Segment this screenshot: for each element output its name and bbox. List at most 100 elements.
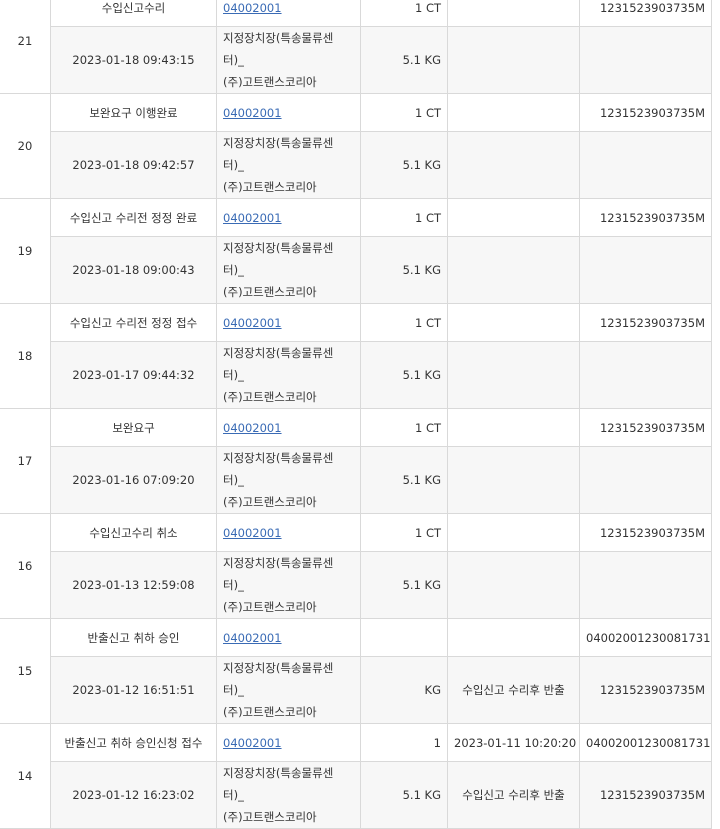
reference-number: 1231523903735M (579, 408, 712, 447)
detail-info (447, 408, 580, 447)
table-row: 15 반출신고 취하 승인 04002001 040020012300817317 (0, 618, 712, 724)
process-status: 수입신고수리 (50, 0, 217, 27)
table-row-detail: 2023-01-18 09:42:57 지정장치장(특송물류센터)_ (주)고트랜스… (0, 131, 712, 199)
reference-number-secondary (579, 236, 712, 304)
location-code-cell: 04002001 (216, 618, 361, 657)
table-row-detail: 2023-01-12 16:51:51 지정장치장(특송물류센터)_ (주)고트랜스… (0, 656, 712, 724)
storage-location-line1: 지정장치장(특송물류센터)_ (223, 31, 334, 67)
table-row: 20 보완요구 이행완료 04002001 1 CT 1231523903735M (0, 93, 712, 199)
process-status: 보완요구 (50, 408, 217, 447)
detail-info-secondary (447, 551, 580, 619)
package-count: 1 CT (360, 198, 448, 237)
weight: 5.1 KG (360, 761, 448, 829)
cargo-progress-table: 21 수입신고수리 04002001 1 CT 1231523903735M 2023-0… (0, 0, 712, 829)
location-code-link[interactable]: 04002001 (223, 631, 282, 645)
location-code-cell: 04002001 (216, 303, 361, 342)
process-datetime: 2023-01-18 09:42:57 (50, 131, 217, 199)
detail-info-secondary: 수입신고 수리후 반출 (447, 656, 580, 724)
package-count: 1 CT (360, 0, 448, 27)
process-datetime: 2023-01-17 09:44:32 (50, 341, 217, 409)
location-code-cell: 04002001 (216, 0, 361, 27)
weight: 5.1 KG (360, 131, 448, 199)
row-number: 16 (0, 513, 51, 619)
package-count (360, 618, 448, 657)
storage-location: 지정장치장(특송물류센터)_ (주)고트랜스코리아 (216, 656, 361, 724)
process-datetime: 2023-01-12 16:51:51 (50, 656, 217, 724)
package-count: 1 CT (360, 93, 448, 132)
process-status: 수입신고 수리전 정정 접수 (50, 303, 217, 342)
location-code-link[interactable]: 04002001 (223, 1, 282, 15)
process-datetime: 2023-01-12 16:23:02 (50, 761, 217, 829)
table-row-detail: 2023-01-17 09:44:32 지정장치장(특송물류센터)_ (주)고트랜스… (0, 341, 712, 409)
table-row-detail: 2023-01-12 16:23:02 지정장치장(특송물류센터)_ (주)고트랜스… (0, 761, 712, 829)
detail-info (447, 93, 580, 132)
storage-location: 지정장치장(특송물류센터)_ (주)고트랜스코리아 (216, 131, 361, 199)
reference-number: 1231523903735M (579, 198, 712, 237)
location-code-link[interactable]: 04002001 (223, 526, 282, 540)
detail-info-secondary: 수입신고 수리후 반출 (447, 761, 580, 829)
storage-location: 지정장치장(특송물류센터)_ (주)고트랜스코리아 (216, 761, 361, 829)
process-status: 수입신고수리 취소 (50, 513, 217, 552)
location-code-link[interactable]: 04002001 (223, 106, 282, 120)
process-datetime: 2023-01-18 09:00:43 (50, 236, 217, 304)
detail-info: 2023-01-11 10:20:20 (447, 723, 580, 762)
storage-location-line1: 지정장치장(특송물류센터)_ (223, 766, 334, 802)
package-count: 1 CT (360, 408, 448, 447)
storage-location: 지정장치장(특송물류센터)_ (주)고트랜스코리아 (216, 236, 361, 304)
weight: 5.1 KG (360, 551, 448, 619)
package-count: 1 CT (360, 303, 448, 342)
storage-location-line2: (주)고트랜스코리아 (223, 705, 317, 719)
storage-location: 지정장치장(특송물류센터)_ (주)고트랜스코리아 (216, 26, 361, 94)
storage-location: 지정장치장(특송물류센터)_ (주)고트랜스코리아 (216, 551, 361, 619)
table-row: 16 수입신고수리 취소 04002001 1 CT 1231523903735M (0, 513, 712, 619)
storage-location-line2: (주)고트랜스코리아 (223, 285, 317, 299)
row-number: 17 (0, 408, 51, 514)
location-code-cell: 04002001 (216, 408, 361, 447)
detail-info-secondary (447, 446, 580, 514)
reference-number-secondary: 1231523903735M (579, 656, 712, 724)
weight: 5.1 KG (360, 236, 448, 304)
storage-location-line1: 지정장치장(특송물류센터)_ (223, 661, 334, 697)
location-code-link[interactable]: 04002001 (223, 736, 282, 750)
cargo-progress-body: 21 수입신고수리 04002001 1 CT 1231523903735M 2023-0… (0, 0, 712, 829)
location-code-link[interactable]: 04002001 (223, 421, 282, 435)
table-row: 18 수입신고 수리전 정정 접수 04002001 1 CT 123152390373… (0, 303, 712, 409)
reference-number-secondary (579, 446, 712, 514)
row-number: 19 (0, 198, 51, 304)
package-count: 1 CT (360, 513, 448, 552)
reference-number: 1231523903735M (579, 513, 712, 552)
location-code-link[interactable]: 04002001 (223, 211, 282, 225)
storage-location: 지정장치장(특송물류센터)_ (주)고트랜스코리아 (216, 341, 361, 409)
reference-number: 040020012300817317 (579, 618, 712, 657)
location-code-link[interactable]: 04002001 (223, 316, 282, 330)
row-number: 18 (0, 303, 51, 409)
storage-location-line1: 지정장치장(특송물류센터)_ (223, 241, 334, 277)
storage-location-line1: 지정장치장(특송물류센터)_ (223, 451, 334, 487)
row-number: 14 (0, 723, 51, 829)
detail-info-secondary (447, 236, 580, 304)
weight: KG (360, 656, 448, 724)
package-count: 1 (360, 723, 448, 762)
reference-number: 1231523903735M (579, 303, 712, 342)
weight: 5.1 KG (360, 26, 448, 94)
storage-location: 지정장치장(특송물류센터)_ (주)고트랜스코리아 (216, 446, 361, 514)
detail-info (447, 198, 580, 237)
storage-location-line1: 지정장치장(특송물류센터)_ (223, 136, 334, 172)
table-row-detail: 2023-01-18 09:43:15 지정장치장(특송물류센터)_ (주)고트랜스… (0, 26, 712, 94)
table-row: 19 수입신고 수리전 정정 완료 04002001 1 CT 123152390373… (0, 198, 712, 304)
storage-location-line2: (주)고트랜스코리아 (223, 75, 317, 89)
process-datetime: 2023-01-16 07:09:20 (50, 446, 217, 514)
row-number: 21 (0, 0, 51, 94)
table-row: 21 수입신고수리 04002001 1 CT 1231523903735M (0, 0, 712, 94)
detail-info (447, 0, 580, 27)
row-number: 15 (0, 618, 51, 724)
storage-location-line2: (주)고트랜스코리아 (223, 810, 317, 824)
storage-location-line2: (주)고트랜스코리아 (223, 495, 317, 509)
detail-info (447, 303, 580, 342)
weight: 5.1 KG (360, 446, 448, 514)
process-status: 반출신고 취하 승인 (50, 618, 217, 657)
detail-info (447, 618, 580, 657)
reference-number-secondary (579, 341, 712, 409)
location-code-cell: 04002001 (216, 198, 361, 237)
process-status: 반출신고 취하 승인신청 접수 (50, 723, 217, 762)
